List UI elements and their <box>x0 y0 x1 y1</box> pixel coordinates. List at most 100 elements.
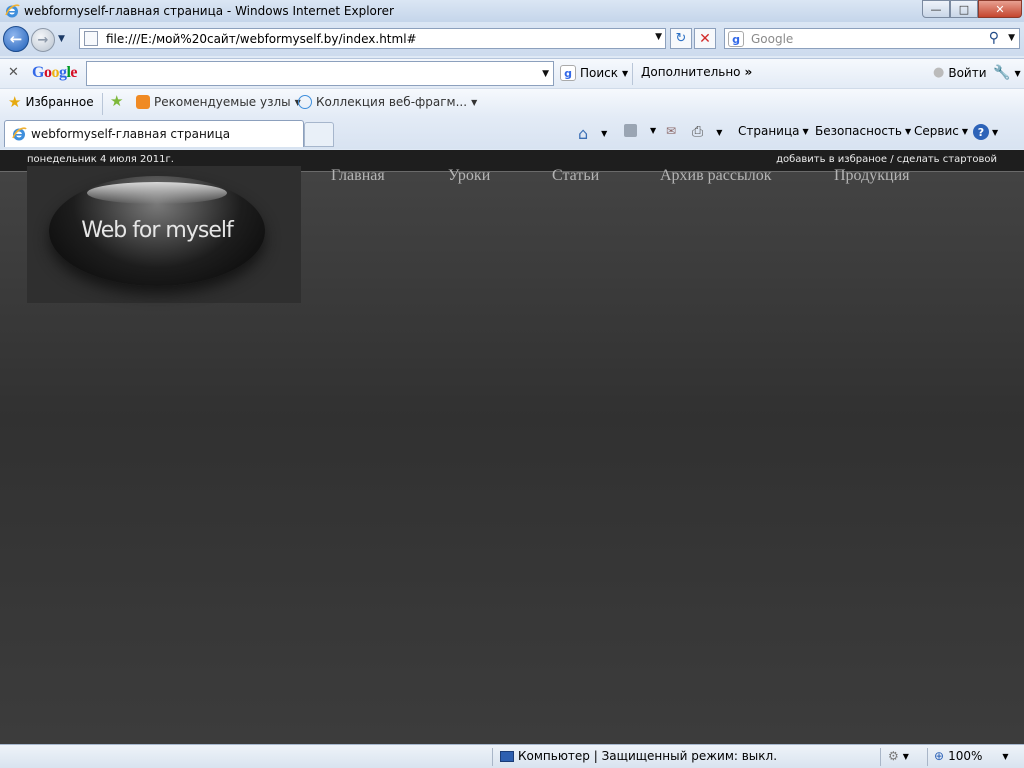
help-icon: ? <box>973 124 989 140</box>
zoom-icon: ⊕ <box>934 749 945 763</box>
separator <box>102 93 103 115</box>
wrench-icon: 🔧 <box>993 65 1011 81</box>
navigation-bar: ← → ▼ file:///E:/мой%20сайт/webformyself… <box>0 22 1024 56</box>
search-box[interactable]: g Google ⚲ ▼ <box>724 28 1020 49</box>
tab-title: webformyself-главная страница <box>31 127 231 141</box>
logo-text: Web for myself <box>81 218 234 243</box>
chevron-down-icon: ▼ <box>716 127 723 137</box>
window-controls: — □ ✕ <box>922 0 1022 18</box>
help-button[interactable]: ? ▼ <box>973 124 998 140</box>
maximize-button[interactable]: □ <box>950 0 978 18</box>
signin-circle-icon: ● <box>933 65 945 80</box>
site-logo[interactable]: Web for myself <box>27 166 301 303</box>
menu-item-newsletter-archive[interactable]: Архив рассылок <box>660 167 771 185</box>
mail-button[interactable]: ✉ <box>666 124 676 138</box>
browser-window: webformyself-главная страница - Windows … <box>0 0 1024 768</box>
page-content: понедельник 4 июля 2011г. добавить в изб… <box>0 150 1024 744</box>
search-options-dropdown-icon[interactable]: ▼ <box>1008 33 1015 43</box>
page-menu[interactable]: Страница ▼ <box>738 124 809 138</box>
site-date: понедельник 4 июля 2011г. <box>27 154 174 165</box>
forward-button[interactable]: → <box>31 28 55 52</box>
site-top-links[interactable]: добавить в избраное / сделать стартовой <box>776 154 997 165</box>
chevron-down-icon: ▼ <box>601 129 608 138</box>
logo-shine <box>87 182 227 204</box>
tab-row: webformyself-главная страница ⌂ ▼ ▼ ✉ ⎙ … <box>0 117 1024 149</box>
window-title: webformyself-главная страница - Windows … <box>24 4 394 18</box>
separator <box>880 748 881 766</box>
print-button[interactable]: ⎙ ▼ <box>692 124 722 140</box>
chevron-down-icon: ▼ <box>471 97 478 107</box>
chevron-down-icon: ▼ <box>904 126 912 136</box>
ie-logo-icon <box>5 4 20 18</box>
chevron-down-icon: ▼ <box>802 126 809 136</box>
address-bar[interactable]: file:///E:/мой%20сайт/webformyself.by/in… <box>79 28 666 49</box>
separator <box>632 63 633 85</box>
search-placeholder: Google <box>751 32 794 46</box>
menu-item-products[interactable]: Продукция <box>834 167 910 185</box>
computer-icon <box>500 750 514 762</box>
back-button[interactable]: ← <box>3 26 29 52</box>
mail-icon: ✉ <box>666 124 677 138</box>
chevron-down-icon: ▼ <box>622 68 629 78</box>
recent-pages-dropdown-icon[interactable]: ▼ <box>58 34 65 44</box>
rss-icon <box>624 124 637 137</box>
google-toolbar: ✕ Google ▼ g Поиск ▼ Дополнительно » ● В… <box>0 58 1024 88</box>
forward-arrow-icon: → <box>37 32 49 48</box>
add-to-favorites-bar-button[interactable]: ★ <box>110 92 124 110</box>
minimize-button[interactable]: — <box>922 0 950 18</box>
google-search-dropdown-icon[interactable]: ▼ <box>542 69 549 79</box>
menu-item-articles[interactable]: Статьи <box>552 167 599 185</box>
google-search-input[interactable]: ▼ <box>86 61 554 86</box>
ie-page-icon <box>12 127 27 141</box>
back-arrow-icon: ← <box>9 30 23 48</box>
chevron-down-icon: ▼ <box>1002 751 1009 761</box>
star-icon: ★ <box>8 93 22 111</box>
zoom-button[interactable]: ⊕ 100% ▼ <box>934 749 1009 763</box>
status-bar: Компьютер | Защищенный режим: выкл. ⚙ ▼ … <box>0 744 1024 768</box>
gear-icon: ⚙ <box>888 749 899 763</box>
stop-icon: ✕ <box>699 30 711 47</box>
search-icon[interactable]: ⚲ <box>989 30 999 46</box>
home-icon: ⌂ <box>578 124 589 143</box>
refresh-button[interactable]: ↻ <box>670 28 692 49</box>
suggested-sites-button[interactable]: Рекомендуемые узлы ▼ <box>136 95 301 109</box>
favorites-bar: ★ Избранное ★ Рекомендуемые узлы ▼ Колле… <box>0 88 1024 117</box>
stop-button[interactable]: ✕ <box>694 28 716 49</box>
double-chevron-icon: » <box>744 65 753 79</box>
security-zone[interactable]: Компьютер | Защищенный режим: выкл. <box>500 749 777 763</box>
safety-menu[interactable]: Безопасность ▼ <box>815 124 911 138</box>
feeds-button[interactable]: ▼ <box>624 124 656 137</box>
new-tab-button[interactable] <box>304 122 334 147</box>
google-search-button[interactable]: g Поиск ▼ <box>560 65 628 81</box>
address-dropdown-icon[interactable]: ▼ <box>655 32 662 42</box>
add-star-icon: ★ <box>110 92 124 110</box>
chevron-down-icon: ▼ <box>1014 68 1021 78</box>
signin-button[interactable]: ● Войти <box>933 65 987 80</box>
chevron-down-icon: ▼ <box>992 127 999 137</box>
favorites-button[interactable]: ★ Избранное <box>8 93 94 111</box>
chevron-down-icon: ▼ <box>650 126 657 135</box>
google-provider-icon: g <box>728 31 744 47</box>
close-button[interactable]: ✕ <box>978 0 1022 18</box>
menu-item-lessons[interactable]: Уроки <box>448 167 490 185</box>
home-button[interactable]: ⌂ ▼ <box>578 124 607 143</box>
page-icon <box>84 31 98 46</box>
printer-icon: ⎙ <box>692 124 704 140</box>
tab-active[interactable]: webformyself-главная страница <box>4 120 304 147</box>
menu-item-home[interactable]: Главная <box>331 167 385 185</box>
tools-menu[interactable]: Сервис ▼ <box>914 124 968 138</box>
web-slice-gallery-button[interactable]: Коллекция веб-фрагм... ▼ <box>298 95 477 109</box>
separator <box>927 748 928 766</box>
settings-button[interactable]: 🔧 ▼ <box>993 65 1021 81</box>
chevron-down-icon: ▼ <box>961 126 969 136</box>
separator <box>492 748 493 766</box>
ie-small-icon <box>298 95 312 109</box>
title-bar: webformyself-главная страница - Windows … <box>0 0 1024 22</box>
address-url[interactable]: file:///E:/мой%20сайт/webformyself.by/in… <box>106 32 417 46</box>
chevron-down-icon: ▼ <box>902 751 909 761</box>
close-toolbar-icon[interactable]: ✕ <box>8 65 19 80</box>
suggested-sites-icon <box>136 95 150 109</box>
more-button[interactable]: Дополнительно » <box>641 65 752 79</box>
popup-blocker-button[interactable]: ⚙ ▼ <box>888 749 909 763</box>
google-g-icon: g <box>560 65 576 81</box>
